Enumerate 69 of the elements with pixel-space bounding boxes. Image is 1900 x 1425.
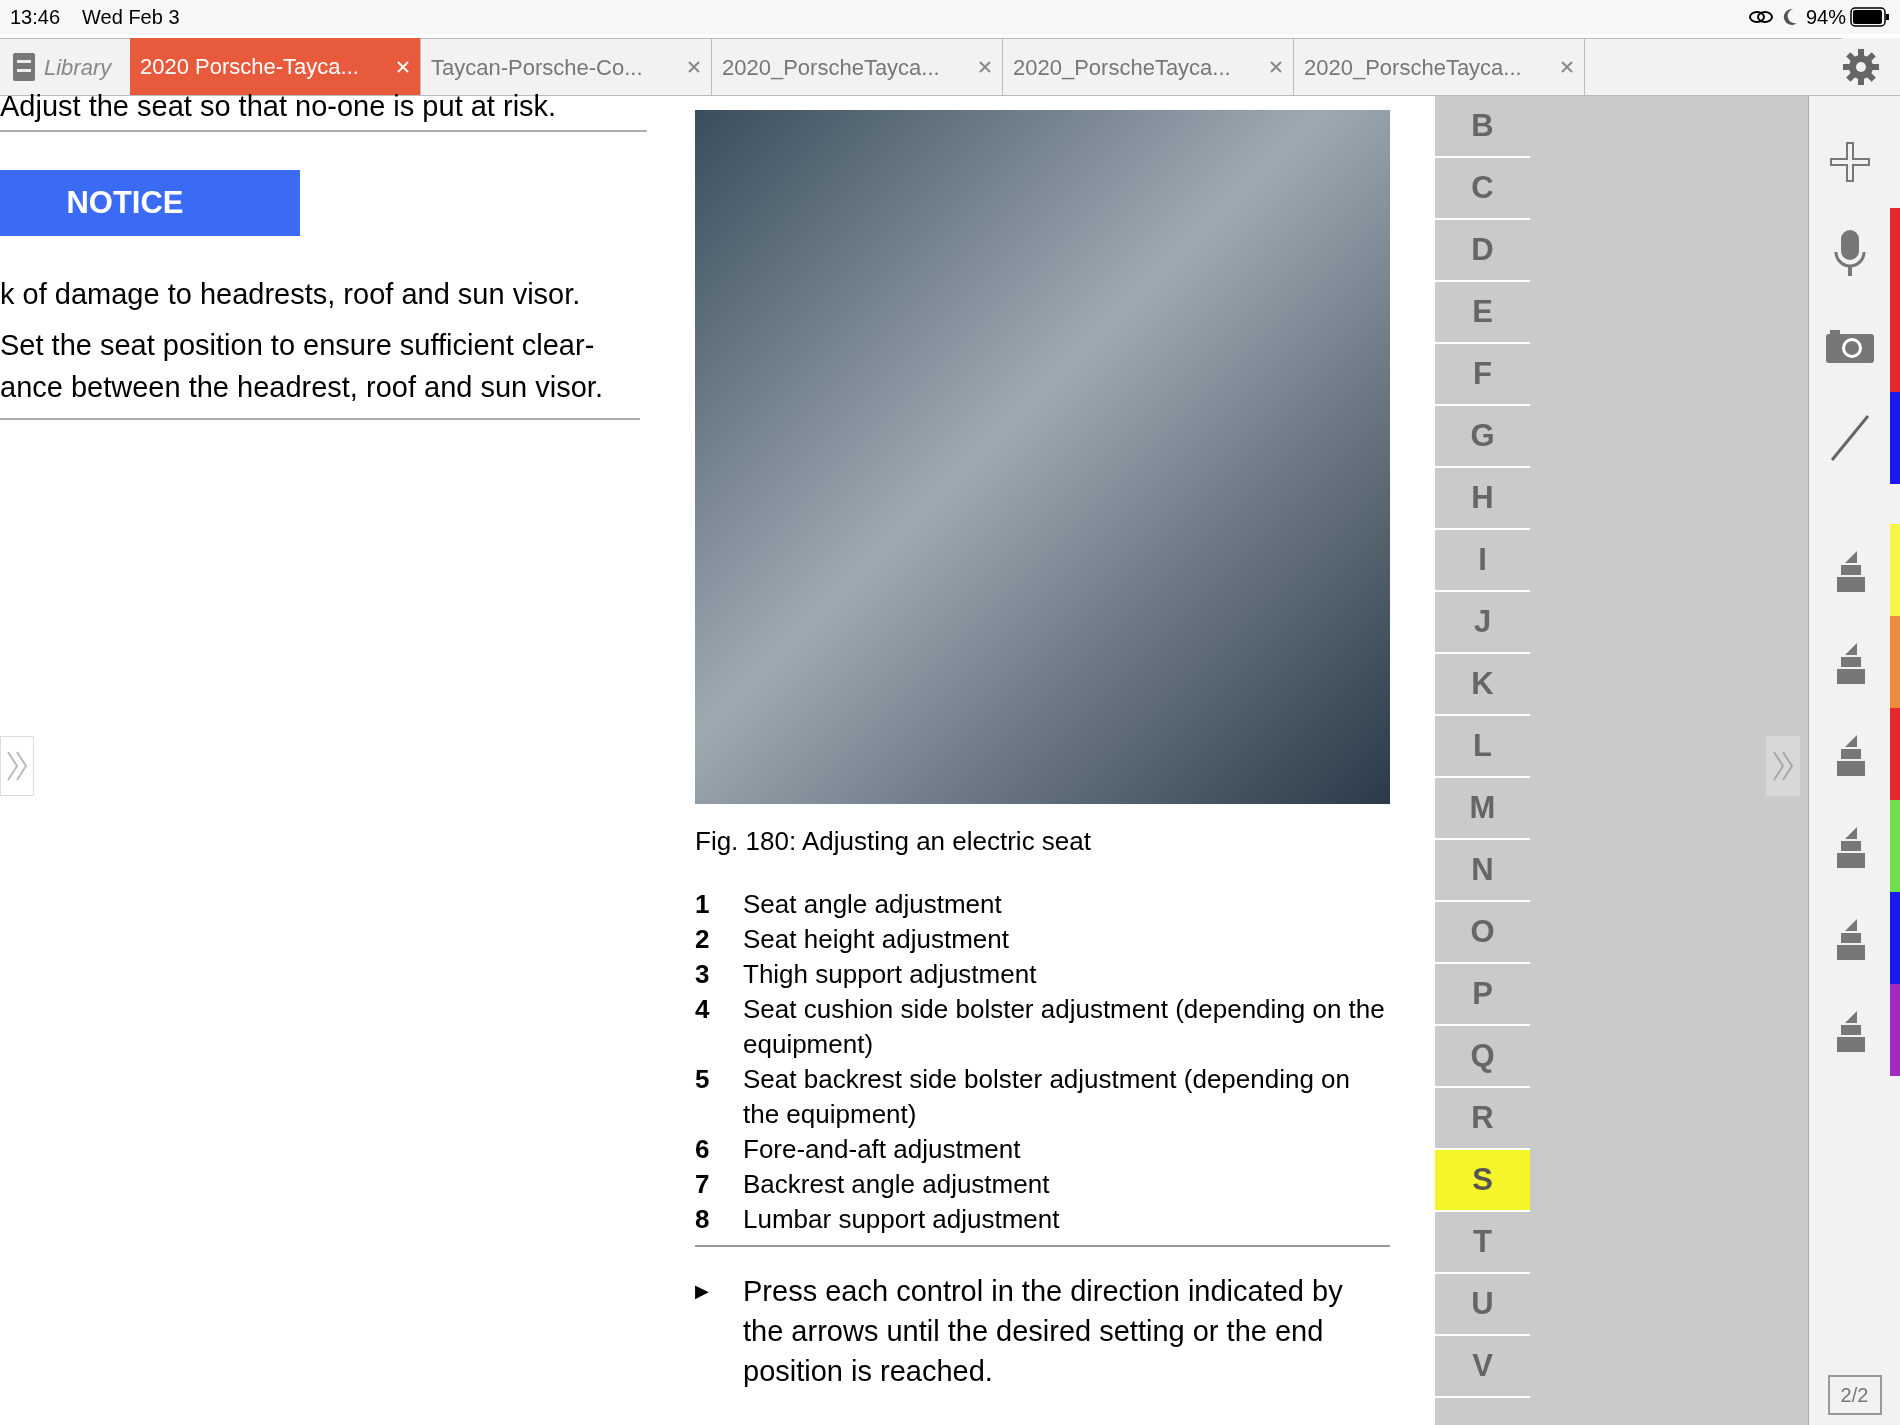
index-letter[interactable]: O [1435, 902, 1530, 964]
legend-number: 5 [695, 1063, 711, 1096]
index-letter[interactable]: F [1435, 344, 1530, 406]
moon-icon [1781, 8, 1798, 26]
instruction-text: Set the seat position to ensure sufficient clear-ance between the headrest, roof and sun visor. [0, 324, 640, 420]
legend-number: 2 [695, 923, 711, 956]
legend-number: 6 [695, 1133, 711, 1166]
index-letter[interactable]: B [1435, 96, 1530, 158]
legend-text: Thigh support adjustment [743, 958, 1037, 991]
index-letter[interactable]: H [1435, 468, 1530, 530]
legend-text: Backrest angle adjustment [743, 1168, 1050, 1201]
index-letter[interactable]: V [1435, 1336, 1530, 1398]
risk-text: k of damage to headrests, roof and sun visor. [0, 277, 582, 312]
step-text: Press each control in the direction indicated by the arrows until the desired setting or the end position is reached. [743, 1274, 1344, 1389]
document-tab[interactable]: 2020 Porsche-Tayca... [130, 38, 421, 95]
tab-title: 2020_PorscheTayca... [1013, 53, 1231, 82]
index-letter[interactable]: P [1435, 964, 1530, 1026]
battery-icon [1850, 7, 1890, 27]
notice-label: NOTICE [0, 170, 300, 236]
figure-caption: Fig. 180: Adjusting an electric seat [695, 825, 1092, 858]
legend-text: Lumbar support adjustment [743, 1203, 1060, 1236]
library-button[interactable]: Library [0, 38, 130, 95]
add-icon[interactable] [1827, 140, 1872, 184]
index-letter[interactable]: G [1435, 406, 1530, 468]
document-tab[interactable]: 2020_PorscheTayca... [1294, 38, 1585, 95]
index-letter[interactable]: J [1435, 592, 1530, 654]
legend-text: Seat angle adjustment [743, 888, 1002, 921]
sidebar-icon [12, 52, 36, 82]
legend-number: 3 [695, 958, 711, 991]
legend-text: Seat height adjustment [743, 923, 1009, 956]
legend-number: 8 [695, 1203, 711, 1236]
status-date: Wed Feb 3 [82, 5, 180, 30]
index-letter[interactable]: M [1435, 778, 1530, 840]
index-letter[interactable]: N [1435, 840, 1530, 902]
tab-title: Taycan-Porsche-Co... [431, 53, 643, 82]
battery-percentage: 94% [1805, 5, 1846, 30]
legend-text: Fore-and-aft adjustment [743, 1133, 1021, 1166]
step-bullet: ▶ [695, 1280, 710, 1303]
close-icon[interactable] [1560, 60, 1574, 74]
warning-text: Adjust the seat so that no-one is put at risk. [0, 88, 647, 132]
tab-title: 2020 Porsche-Tayca... [140, 53, 359, 81]
index-letter[interactable]: U [1435, 1274, 1530, 1336]
close-icon[interactable] [978, 60, 992, 74]
index-letter[interactable]: D [1435, 220, 1530, 282]
index-letter[interactable]: C [1435, 158, 1530, 220]
index-letter[interactable]: I [1435, 530, 1530, 592]
legend-number: 7 [695, 1168, 711, 1201]
legend-number: 4 [695, 993, 711, 1026]
legend-text: Seat backrest side bolster adjustment (depending on the equipment) [743, 1063, 1352, 1131]
index-letter[interactable]: Q [1435, 1026, 1530, 1088]
close-icon[interactable] [1269, 60, 1283, 74]
legend-number: 1 [695, 888, 711, 921]
document-tab[interactable]: Taycan-Porsche-Co... [421, 38, 712, 95]
tab-title: 2020_PorscheTayca... [1304, 53, 1522, 82]
page-indicator[interactable]: 2/2 [1827, 1375, 1882, 1415]
settings-icon[interactable] [1842, 47, 1880, 86]
link-icon [1747, 9, 1774, 25]
tab-title: 2020_PorscheTayca... [722, 53, 940, 82]
status-time: 13:46 [10, 5, 61, 30]
close-icon[interactable] [687, 60, 701, 74]
document-tab[interactable]: 2020_PorscheTayca... [1003, 38, 1294, 95]
index-letter[interactable]: S [1435, 1150, 1530, 1212]
index-letter[interactable]: T [1435, 1212, 1530, 1274]
index-letter[interactable]: L [1435, 716, 1530, 778]
legend-text: Seat cushion side bolster adjustment (depending on the equipment) [743, 993, 1386, 1061]
camera-icon[interactable] [1824, 328, 1875, 364]
document-tab[interactable]: 2020_PorscheTayca... [712, 38, 1003, 95]
index-letter[interactable]: K [1435, 654, 1530, 716]
index-letter[interactable]: E [1435, 282, 1530, 344]
